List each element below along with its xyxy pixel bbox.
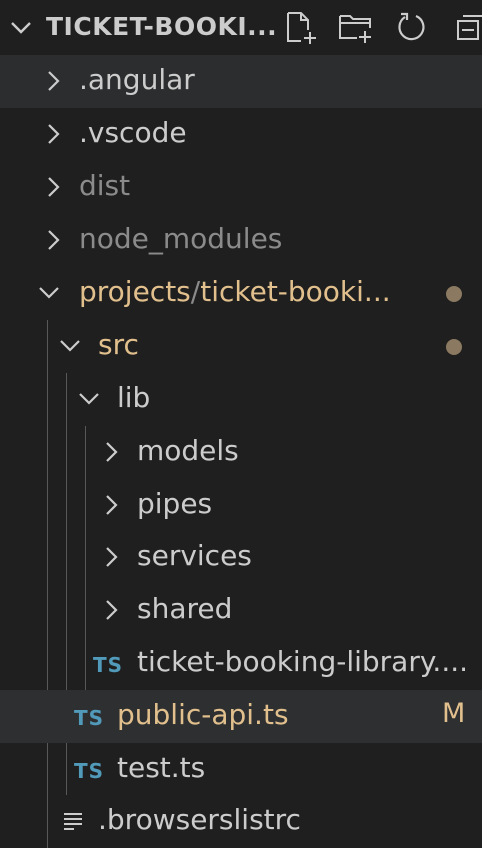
chevron-down-icon — [79, 393, 99, 405]
tree-item-vscode[interactable]: .vscode — [0, 108, 482, 161]
path-separator: / — [190, 275, 201, 308]
chevron-down-icon[interactable] — [8, 14, 34, 40]
tree-item-services[interactable]: services — [0, 531, 482, 584]
tree-item-label: .vscode — [79, 116, 187, 149]
tree-item-node-modules[interactable]: node_modules — [0, 214, 482, 267]
tree-item-label: shared — [137, 592, 233, 625]
tree-item-label: ticket-booking-library.... — [137, 645, 469, 678]
tree-item-label: .angular — [79, 63, 195, 96]
tree-item-label: pipes — [137, 487, 213, 520]
folder-name: ticket-booki... — [200, 275, 391, 308]
modified-dot-icon — [446, 286, 462, 302]
tree-item-shared[interactable]: shared — [0, 584, 482, 637]
tree-item-angular[interactable]: .angular — [0, 55, 482, 108]
tree-item-test[interactable]: TS test.ts — [0, 743, 482, 796]
tree-item-projects[interactable]: projects/ticket-booki... — [0, 267, 482, 320]
tree-item-src[interactable]: src — [0, 320, 482, 373]
chevron-right-icon — [106, 547, 118, 567]
chevron-right-icon — [106, 600, 118, 620]
chevron-right-icon — [48, 124, 60, 144]
tree-item-label: services — [137, 539, 252, 572]
text-file-icon — [64, 813, 82, 830]
new-folder-icon[interactable] — [338, 10, 372, 44]
chevron-right-icon — [48, 230, 60, 250]
tree-item-lib[interactable]: lib — [0, 373, 482, 426]
tree-item-browserslistrc[interactable]: .browserslistrc — [0, 795, 482, 848]
workspace-title[interactable]: TICKET-BOOKI... — [46, 12, 277, 41]
tree-item-label: models — [137, 434, 239, 467]
modified-badge: M — [442, 698, 466, 729]
tree-item-pipes[interactable]: pipes — [0, 479, 482, 532]
typescript-file-icon: TS — [93, 653, 124, 677]
chevron-right-icon — [48, 71, 60, 91]
tree-item-label: test.ts — [117, 751, 206, 784]
chevron-right-icon — [48, 177, 60, 197]
tree-item-label: public-api.ts — [117, 698, 289, 731]
tree-item-label: src — [98, 328, 139, 361]
tree-item-label: projects/ticket-booki... — [79, 275, 391, 308]
refresh-icon[interactable] — [396, 10, 430, 44]
tree-item-public-api[interactable]: TS public-api.ts M — [0, 690, 482, 743]
tree-item-label: node_modules — [79, 222, 283, 255]
tree-item-library-file[interactable]: TS ticket-booking-library.... — [0, 637, 482, 690]
tree-item-models[interactable]: models — [0, 426, 482, 479]
tree-item-dist[interactable]: dist — [0, 161, 482, 214]
modified-dot-icon — [446, 339, 462, 355]
chevron-right-icon — [106, 442, 118, 462]
chevron-down-icon — [39, 287, 59, 299]
tree-item-label: .browserslistrc — [98, 803, 301, 836]
typescript-file-icon: TS — [74, 706, 105, 730]
tree-item-label: lib — [117, 381, 151, 414]
typescript-file-icon: TS — [74, 759, 105, 783]
new-file-icon[interactable] — [283, 10, 317, 44]
chevron-right-icon — [106, 495, 118, 515]
collapse-all-icon[interactable] — [454, 10, 482, 44]
tree-item-label: dist — [79, 169, 131, 202]
chevron-down-icon — [60, 340, 80, 352]
folder-name: projects — [79, 275, 191, 308]
explorer-header: TICKET-BOOKI... — [0, 0, 482, 54]
